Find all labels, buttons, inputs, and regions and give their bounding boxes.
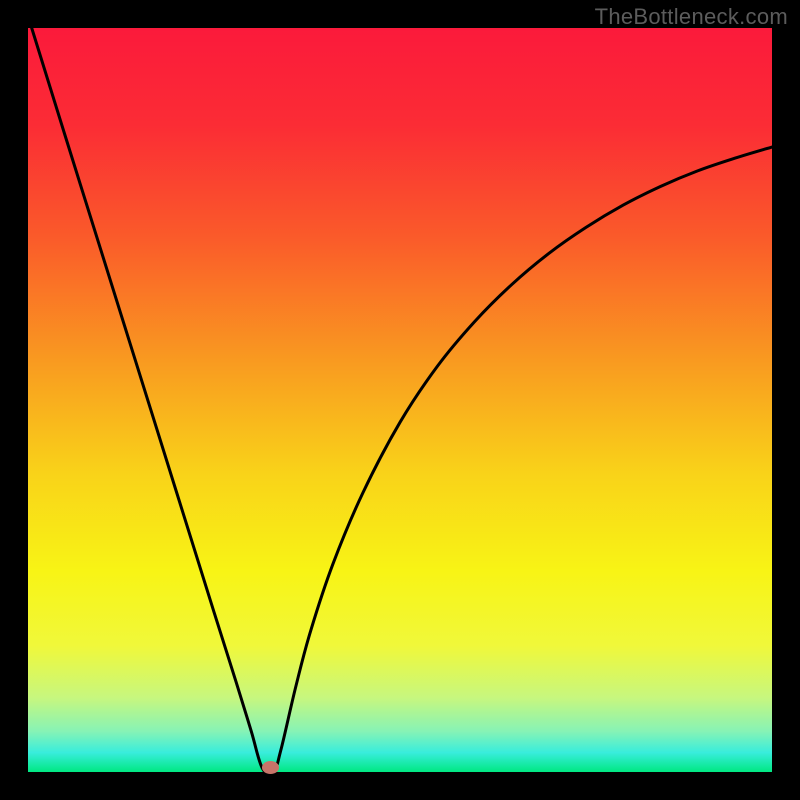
marker-dot-icon: [262, 761, 280, 774]
watermark-text: TheBottleneck.com: [595, 4, 788, 30]
chart-frame: TheBottleneck.com: [0, 0, 800, 800]
chart-svg: [28, 28, 772, 772]
plot-area: [28, 28, 772, 772]
gradient-background: [28, 28, 772, 772]
